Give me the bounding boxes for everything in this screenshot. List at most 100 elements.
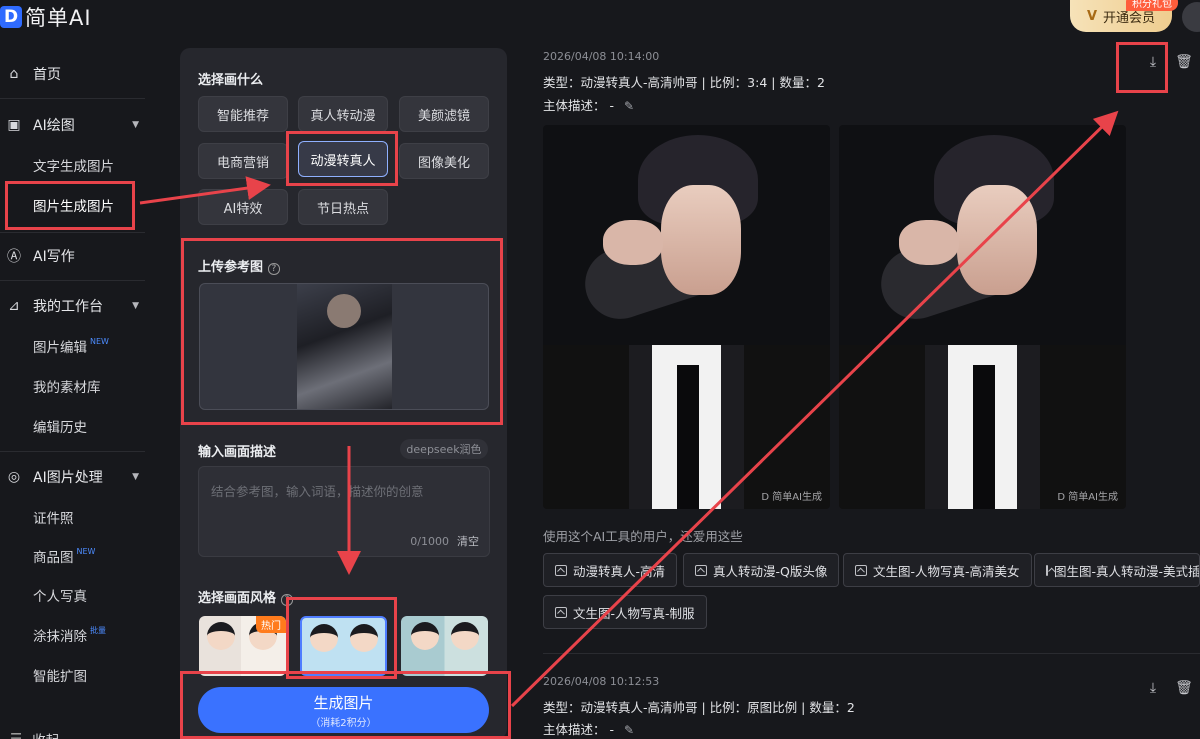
collapse-icon: ☰ [10,731,23,739]
hot-badge: 热门 [256,616,286,633]
tag-label: 文生图-人物写真-制服 [573,605,695,621]
sidebar-item-id-photo[interactable]: 证件照 [33,502,74,532]
delete-icon[interactable]: 🗑 [1174,678,1194,698]
result-timestamp: 2026/04/08 10:14:00 [543,50,660,63]
sidebar-item-label: 图片编辑 [33,340,87,356]
clear-button[interactable]: 清空 [457,535,479,548]
sidebar-item-expand[interactable]: 智能扩图 [33,660,87,690]
help-icon[interactable]: ? [280,594,294,606]
chip-image-enhance[interactable]: 图像美化 [399,143,489,179]
style-thumbnail [207,622,235,650]
style-thumbnail [411,622,439,650]
logo-mark-icon: D [0,6,22,28]
sidebar-item-text-to-image[interactable]: 文字生成图片 [33,150,114,180]
chevron-down-icon: ▼ [132,120,139,130]
reference-upload-area[interactable] [199,283,489,410]
chip-anime-to-real[interactable]: 动漫转真人 [298,141,388,177]
watermark: D 简单AI生成 [761,492,822,503]
image-content [661,185,741,295]
chip-ai-effects[interactable]: AI特效 [198,189,288,225]
help-icon[interactable]: ? [267,263,281,275]
choose-title: 选择画什么 [198,73,264,88]
result-image-1[interactable]: D 简单AI生成 [543,125,830,509]
image-content [603,220,663,265]
suggestion-tag[interactable]: 动漫转真人-高清 [543,553,678,587]
suggestion-tag[interactable]: 文生图-人物写真-制服 [543,595,707,629]
app-logo[interactable]: D 简单AI [0,3,92,31]
home-icon: ⌂ [9,66,19,82]
generate-button[interactable]: 生成图片 （消耗2积分） [198,687,489,733]
suggestion-tag[interactable]: 文生图-人物写真-高清美女 [843,553,1032,587]
sidebar-item-ai-write[interactable]: Ⓐ AI写作 [0,238,145,274]
v-crown-icon: V [1086,8,1098,24]
result-meta: 类型：动漫转真人-高清帅哥 | 比例：3:4 | 数量：2 [543,75,825,90]
image-content [899,220,959,265]
subject-label: 主体描述： [543,722,606,737]
delete-icon[interactable]: 🗑 [1174,52,1194,72]
sidebar-item-product-image[interactable]: 商品图 NEW [33,541,95,571]
download-icon[interactable]: ⤓ [1143,678,1163,698]
chip-ecommerce[interactable]: 电商营销 [198,143,288,179]
sidebar-item-label: 首页 [33,67,61,83]
suggestion-tag[interactable]: 真人转动漫-Q版头像 [683,553,840,587]
sidebar-item-materials[interactable]: 我的素材库 [33,371,101,401]
sidebar-item-label: 商品图 [33,550,74,566]
generate-cost: （消耗2积分） [310,717,377,729]
image-icon [555,564,567,576]
subject-value: - [609,722,615,737]
collapse-button[interactable]: ☰ 收起 [10,724,59,739]
image-content [973,365,995,509]
image-icon [555,606,567,618]
ai-write-icon: Ⓐ [7,249,21,265]
image-content [957,185,1037,295]
chip-smart[interactable]: 智能推荐 [198,96,288,132]
chart-line-icon: ⊿ [8,298,20,314]
upload-title-text: 上传参考图 [198,260,264,275]
result-subject: 主体描述： - ✎ [543,719,634,738]
edit-icon[interactable]: ✎ [624,723,634,737]
style-card-2-selected[interactable] [300,616,387,676]
sidebar-item-workspace[interactable]: ⊿ 我的工作台 ▼ [0,288,145,324]
result-meta: 类型：动漫转真人-高清帅哥 | 比例：原图比例 | 数量：2 [543,700,855,715]
deepseek-polish-button[interactable]: deepseek润色 [400,439,488,459]
sidebar-item-history[interactable]: 编辑历史 [33,411,87,441]
style-card-3[interactable] [401,616,488,676]
avatar[interactable] [1182,2,1200,32]
sidebar-item-label: AI绘图 [33,118,75,134]
sidebar-item-ai-draw[interactable]: ▣ AI绘图 ▼ [0,107,145,143]
result-subject: 主体描述： - ✎ [543,95,634,114]
divider [0,98,145,99]
sidebar-item-label: 我的工作台 [33,299,103,315]
vip-promo-badge: 积分礼包 [1126,0,1178,11]
sidebar-item-home[interactable]: ⌂ 首页 [0,56,145,92]
batch-badge: 批量 [90,625,106,635]
sidebar-item-ai-image-process[interactable]: ◎ AI图片处理 ▼ [0,459,145,495]
sidebar-item-erase[interactable]: 涂抹消除 批量 [33,620,106,650]
image-icon [855,564,867,576]
style-title-text: 选择画面风格 [198,591,277,606]
prompt-input[interactable] [199,467,489,535]
tag-label: 文生图-人物写真-高清美女 [873,563,1020,579]
also-used-title: 使用这个AI工具的用户，还爱用这些 [543,529,743,544]
new-badge: NEW [76,546,96,556]
chip-beauty-filter[interactable]: 美颜滤镜 [399,96,489,132]
sidebar-item-portrait[interactable]: 个人写真 [33,580,87,610]
chip-real-to-anime[interactable]: 真人转动漫 [298,96,388,132]
divider [543,653,1200,654]
watermark: D 简单AI生成 [1057,492,1118,503]
divider [0,280,145,281]
sidebar-item-image-edit[interactable]: 图片编辑 NEW [33,331,109,361]
result-image-2[interactable]: D 简单AI生成 [839,125,1126,509]
sidebar-item-image-to-image[interactable]: 图片生成图片 [33,190,114,220]
style-card-1[interactable]: 热门 [199,616,286,676]
suggestion-tag[interactable]: 图生图-真人转动漫-美式插 [1034,553,1200,587]
edit-icon[interactable]: ✎ [624,99,634,113]
char-counter: 0/1000 清空 [410,533,479,549]
style-thumbnail [451,622,479,650]
prompt-title: 输入画面描述 [198,445,277,460]
chevron-down-icon: ▼ [132,301,139,311]
image-icon [1046,564,1048,576]
download-icon[interactable]: ⤓ [1143,52,1163,72]
chip-festival[interactable]: 节日热点 [298,189,388,225]
image-icon [695,564,707,576]
